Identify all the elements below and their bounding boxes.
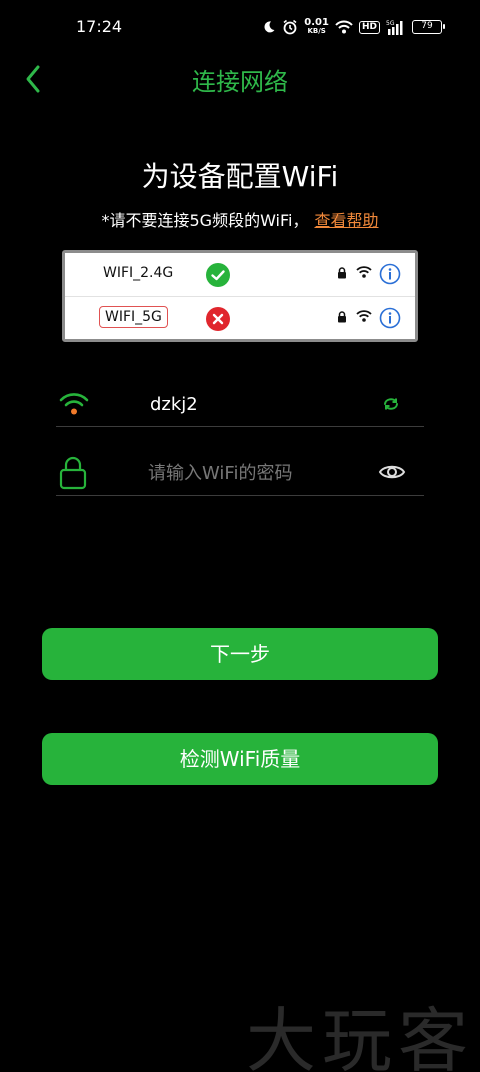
help-link[interactable]: 查看帮助 [314, 211, 378, 230]
band-row-2-4g: WIFI_2.4G [65, 253, 415, 297]
battery-icon: 79 [412, 20, 445, 34]
info-icon [379, 263, 401, 285]
status-time: 17:24 [76, 17, 123, 36]
info-icon [379, 307, 401, 329]
band-status-ok [206, 263, 230, 287]
moon-icon [264, 21, 275, 33]
refresh-icon[interactable] [382, 396, 400, 412]
status-bar: 17:24 0.01 KB/S HD 5G 79 [0, 0, 480, 56]
alarm-icon [283, 19, 297, 35]
band-row-5g: WIFI_5G [65, 297, 415, 341]
wifi-icon [356, 266, 372, 278]
band-name: WIFI_2.4G [103, 265, 174, 281]
next-button[interactable]: 下一步 [42, 628, 438, 680]
password-field [56, 446, 424, 496]
wifi-icon [59, 393, 89, 415]
ssid-field[interactable]: dzkj2 [56, 378, 424, 427]
hd-badge: HD [358, 20, 380, 34]
wifi-icon [356, 310, 372, 322]
password-input[interactable] [148, 458, 368, 488]
signal-icon: 5G [386, 20, 403, 35]
watermark-logo: 大玩客 [246, 1000, 474, 1072]
lock-icon [338, 311, 346, 323]
heading: 为设备配置WiFi [141, 160, 339, 193]
hint-line: *请不要连接5G频段的WiFi， 查看帮助 [0, 207, 480, 231]
signal-label: 5G [386, 20, 395, 27]
network-speed: 0.01 KB/S [304, 17, 329, 36]
status-icons: 0.01 KB/S HD 5G 79 [262, 17, 445, 37]
lock-icon [59, 456, 87, 490]
close-icon [212, 313, 224, 325]
hint-text: *请不要连接5G频段的WiFi， [101, 211, 309, 230]
eye-icon[interactable] [378, 462, 406, 482]
check-wifi-quality-button[interactable]: 检测WiFi质量 [42, 733, 438, 785]
page-title: 连接网络 [192, 68, 288, 96]
band-status-error [206, 307, 230, 331]
check-icon [211, 270, 225, 281]
band-panel: WIFI_2.4G WIFI_5G [62, 250, 418, 342]
band-name: WIFI_5G [99, 306, 168, 328]
ssid-value: dzkj2 [150, 394, 198, 415]
nav-bar: 连接网络 [0, 56, 480, 100]
lock-icon [338, 267, 346, 279]
wifi-status-icon [335, 20, 353, 34]
